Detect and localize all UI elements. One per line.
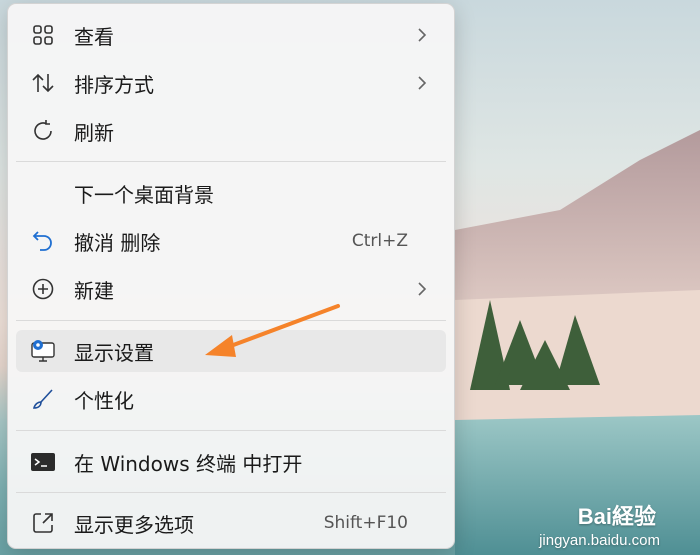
menu-item-label: 查看 [74,24,114,49]
menu-separator [16,161,446,162]
menu-item-next-background[interactable]: 下一个桌面背景 [16,172,446,214]
grid-view-icon [30,22,56,48]
menu-item-label: 新建 [74,278,114,303]
chevron-right-icon [418,282,427,296]
shortcut-label: Ctrl+Z [351,231,408,251]
chevron-right-icon [418,28,427,42]
menu-item-display-settings[interactable]: 显示设置 [16,330,446,372]
more-options-icon [30,510,56,536]
watermark-url: jingyan.baidu.com [539,532,660,549]
refresh-icon [30,118,56,144]
display-settings-icon [30,338,56,364]
menu-item-new[interactable]: 新建 [16,268,446,310]
menu-item-label: 个性化 [74,388,134,413]
menu-separator [16,430,446,431]
watermark-brand: Bai経验 [577,504,656,529]
menu-item-label: 撤消 删除 [74,230,161,255]
menu-separator [16,492,446,493]
menu-item-label: 显示设置 [74,340,154,365]
personalize-brush-icon [30,386,56,412]
menu-item-sort[interactable]: 排序方式 [16,62,446,104]
undo-icon [30,228,56,254]
menu-item-refresh[interactable]: 刷新 [16,110,446,152]
new-plus-icon [30,276,56,302]
menu-item-view[interactable]: 查看 [16,14,446,56]
menu-item-show-more-options[interactable]: 显示更多选项 Shift+F10 [16,502,446,544]
menu-item-open-terminal[interactable]: 在 Windows 终端 中打开 [16,441,446,483]
menu-separator [16,320,446,321]
terminal-icon [30,449,56,475]
shortcut-label: Shift+F10 [323,513,408,533]
menu-item-undo-delete[interactable]: 撤消 删除 Ctrl+Z [16,220,446,262]
menu-item-label: 排序方式 [74,72,154,97]
sort-icon [30,70,56,96]
menu-item-label: 刷新 [74,120,114,145]
chevron-right-icon [418,76,427,90]
menu-item-personalize[interactable]: 个性化 [16,378,446,420]
desktop-context-menu: 查看 排序方式 刷新 下一个桌面背景 撤消 删除 Ctrl+Z 新建 显示设置 … [7,3,455,549]
menu-item-label: 在 Windows 终端 中打开 [74,451,303,476]
menu-item-label: 下一个桌面背景 [74,182,214,207]
menu-item-label: 显示更多选项 [74,512,194,537]
